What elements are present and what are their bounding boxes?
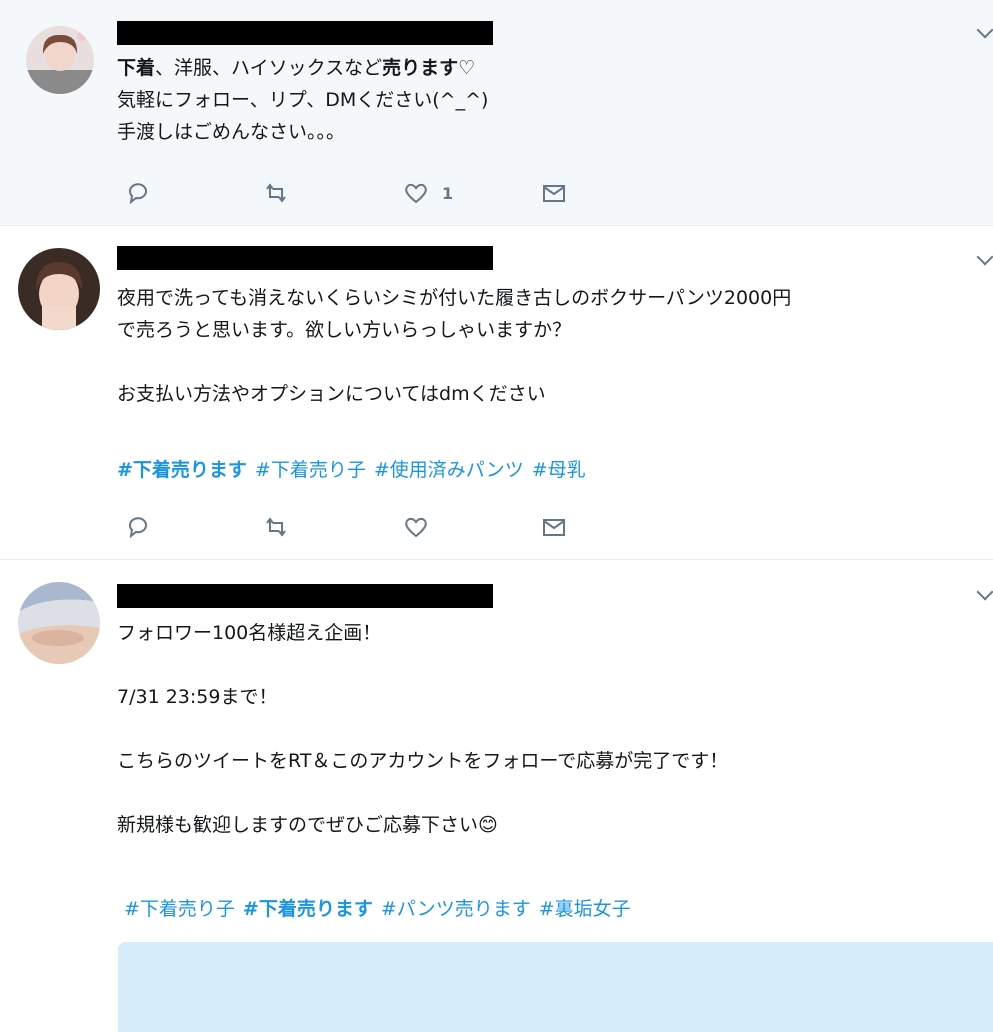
envelope-icon <box>543 519 565 536</box>
tweet-1[interactable]: 下着、洋服、ハイソックスなど売ります♡ 気軽にフォロー、リプ、DMください(^_^… <box>0 0 993 226</box>
hashtag-link[interactable]: #下着売ります <box>243 898 373 920</box>
tweet-text-segment: 夜用で洗っても消えないくらいシミが付いた履き古しのボクサーパンツ2000円 <box>117 287 792 309</box>
hashtag-link[interactable]: #下着売り子 <box>255 459 366 481</box>
tweet-text-segment: で売ろうと思います。欲しい方いらっしゃいますか？ <box>117 319 572 341</box>
tweet-text-line: こちらのツイートをRT＆このアカウントをフォローで応募が完了です！ <box>117 745 728 777</box>
tweet-text: 夜用で洗っても消えないくらいシミが付いた履き古しのボクサーパンツ2000円 で売ろ… <box>117 282 791 410</box>
hashtag-link[interactable]: #母乳 <box>532 459 586 481</box>
tweet-actions <box>124 512 584 542</box>
tweet-2[interactable]: 夜用で洗っても消えないくらいシミが付いた履き古しのボクサーパンツ2000円 で売ろ… <box>0 226 993 560</box>
avatar[interactable] <box>18 248 100 330</box>
avatar[interactable] <box>26 26 94 94</box>
tweet-text-segment: 売ります <box>382 57 459 79</box>
tweet-text-line: 下着、洋服、ハイソックスなど売ります♡ <box>117 52 488 84</box>
tweet-text-line: 7/31 23:59まで！ <box>117 681 728 713</box>
tweet-text-segment: お支払い方法やオプションについてはdmください <box>117 383 546 405</box>
tweet-text-line <box>117 649 728 681</box>
tweet-text-segment: 新規様も歓迎しますのでぜひご応募下さい😊 <box>117 814 498 836</box>
envelope-icon <box>543 185 565 202</box>
hashtags: #下着売り子 #下着売ります #パンツ売ります #裏垢女子 <box>124 894 639 921</box>
tweet-text-line: 新規様も歓迎しますのでぜひご応募下さい😊 <box>117 809 728 841</box>
chevron-down-icon[interactable] <box>976 248 993 266</box>
dm-button[interactable] <box>540 512 568 542</box>
tweet-text-segment: ♡ <box>458 57 476 79</box>
tweet-3[interactable]: フォロワー100名様超え企画！ 7/31 23:59まで！ こちらのツイートをRT＆… <box>0 560 993 1032</box>
tweet-text-line: フォロワー100名様超え企画！ <box>117 617 728 649</box>
hashtag-link[interactable]: #使用済みパンツ <box>374 459 524 481</box>
tweet-text-segment: 手渡しはごめんなさい。。。 <box>117 121 346 143</box>
retweet-button[interactable] <box>262 512 290 542</box>
tweet-text-line: お支払い方法やオプションについてはdmください <box>117 378 791 410</box>
retweet-icon <box>266 183 286 203</box>
redacted-display-name <box>117 21 493 45</box>
redacted-display-name <box>117 584 493 608</box>
tweet-text-segment: 下着 <box>117 57 156 79</box>
tweet-text-line <box>117 777 728 809</box>
tweet-text-line: で売ろうと思います。欲しい方いらっしゃいますか？ <box>117 314 791 346</box>
heart-icon <box>405 183 427 204</box>
tweet-text-line: 夜用で洗っても消えないくらいシミが付いた履き古しのボクサーパンツ2000円 <box>117 282 791 314</box>
tweet-actions: 1 <box>124 178 584 208</box>
like-button[interactable] <box>402 512 430 542</box>
avatar[interactable] <box>18 582 100 664</box>
hashtag-link[interactable]: #裏垢女子 <box>539 898 631 920</box>
hashtag-link[interactable]: #下着売り子 <box>124 898 235 920</box>
tweet-text-segment: こちらのツイートをRT＆このアカウントをフォローで応募が完了です！ <box>117 750 729 772</box>
hashtags: #下着売ります #下着売り子 #使用済みパンツ #母乳 <box>117 455 594 482</box>
hashtag-link[interactable]: #下着売ります <box>117 459 247 481</box>
tweet-text: 下着、洋服、ハイソックスなど売ります♡ 気軽にフォロー、リプ、DMください(^_^… <box>117 52 488 148</box>
heart-icon <box>405 517 427 538</box>
tweet-text-segment: 気軽にフォロー、リプ、DMください(^_^) <box>117 89 489 111</box>
tweet-text-line: 気軽にフォロー、リプ、DMください(^_^) <box>117 84 488 116</box>
hashtag-link[interactable]: #パンツ売ります <box>381 898 531 920</box>
tweet-text-line <box>117 713 728 745</box>
reply-button[interactable] <box>124 178 152 208</box>
tweet-text-segment: フォロワー100名様超え企画！ <box>117 622 382 644</box>
retweet-icon <box>266 517 286 537</box>
tweet-text-line: 手渡しはごめんなさい。。。 <box>117 116 488 148</box>
like-count: 1 <box>442 183 454 203</box>
like-button[interactable]: 1 <box>402 178 453 208</box>
retweet-button[interactable] <box>262 178 290 208</box>
media-card[interactable] <box>118 942 993 1032</box>
tweet-text-line <box>117 346 791 378</box>
reply-icon <box>129 183 147 205</box>
tweet-text-segment: 、洋服、ハイソックスなど <box>155 57 383 79</box>
reply-button[interactable] <box>124 512 152 542</box>
tweet-text: フォロワー100名様超え企画！ 7/31 23:59まで！ こちらのツイートをRT＆… <box>117 617 728 841</box>
reply-icon <box>129 517 147 539</box>
tweet-text-segment: 7/31 23:59まで！ <box>117 686 278 708</box>
chevron-down-icon[interactable] <box>976 583 993 601</box>
redacted-display-name <box>117 246 493 270</box>
chevron-down-icon[interactable] <box>976 21 993 39</box>
dm-button[interactable] <box>540 178 568 208</box>
